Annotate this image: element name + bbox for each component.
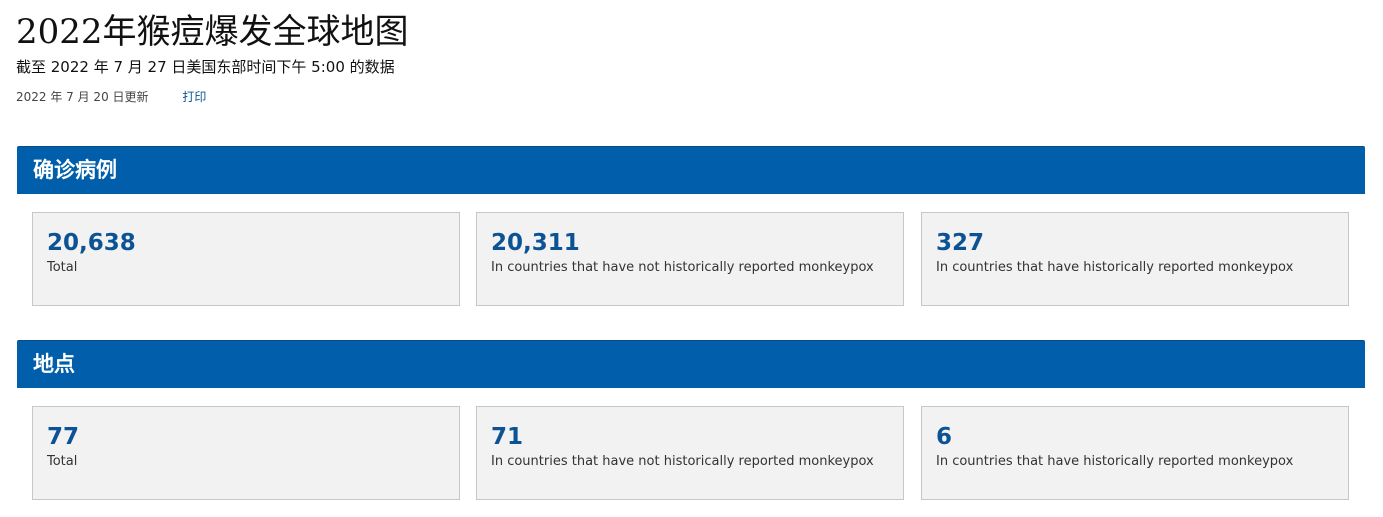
cases-non-historical-card: 20,311 In countries that have not histor…: [476, 212, 904, 306]
section-header-confirmed-cases: 确诊病例: [17, 146, 1365, 194]
section-title-locations: 地点: [33, 352, 75, 376]
locations-non-historical-value: 71: [491, 424, 524, 450]
cases-total-card: 20,638 Total: [32, 212, 460, 306]
locations-historical-value: 6: [936, 424, 953, 450]
cases-historical-value: 327: [936, 230, 985, 256]
locations-total-value: 77: [47, 424, 80, 450]
cases-total-label: Total: [47, 260, 78, 275]
cases-non-historical-label: In countries that have not historically …: [491, 260, 874, 275]
locations-total-label: Total: [47, 454, 78, 469]
page-title: 2022年猴痘爆发全球地图: [16, 12, 409, 52]
section-title-confirmed-cases: 确诊病例: [33, 158, 117, 182]
updated-date: 2022 年 7 月 20 日更新: [16, 90, 149, 104]
print-link[interactable]: 打印: [182, 88, 206, 106]
locations-non-historical-label: In countries that have not historically …: [491, 454, 874, 469]
locations-historical-label: In countries that have historically repo…: [936, 454, 1294, 469]
cases-historical-label: In countries that have historically repo…: [936, 260, 1294, 275]
locations-historical-card: 6 In countries that have historically re…: [921, 406, 1349, 500]
meta-row: 2022 年 7 月 20 日更新 打印: [16, 88, 206, 106]
cases-non-historical-value: 20,311: [491, 230, 580, 256]
cases-historical-card: 327 In countries that have historically …: [921, 212, 1349, 306]
section-header-locations: 地点: [17, 340, 1365, 388]
locations-total-card: 77 Total: [32, 406, 460, 500]
cases-total-value: 20,638: [47, 230, 136, 256]
data-as-of-subtitle: 截至 2022 年 7 月 27 日美国东部时间下午 5:00 的数据: [16, 58, 395, 76]
locations-non-historical-card: 71 In countries that have not historical…: [476, 406, 904, 500]
